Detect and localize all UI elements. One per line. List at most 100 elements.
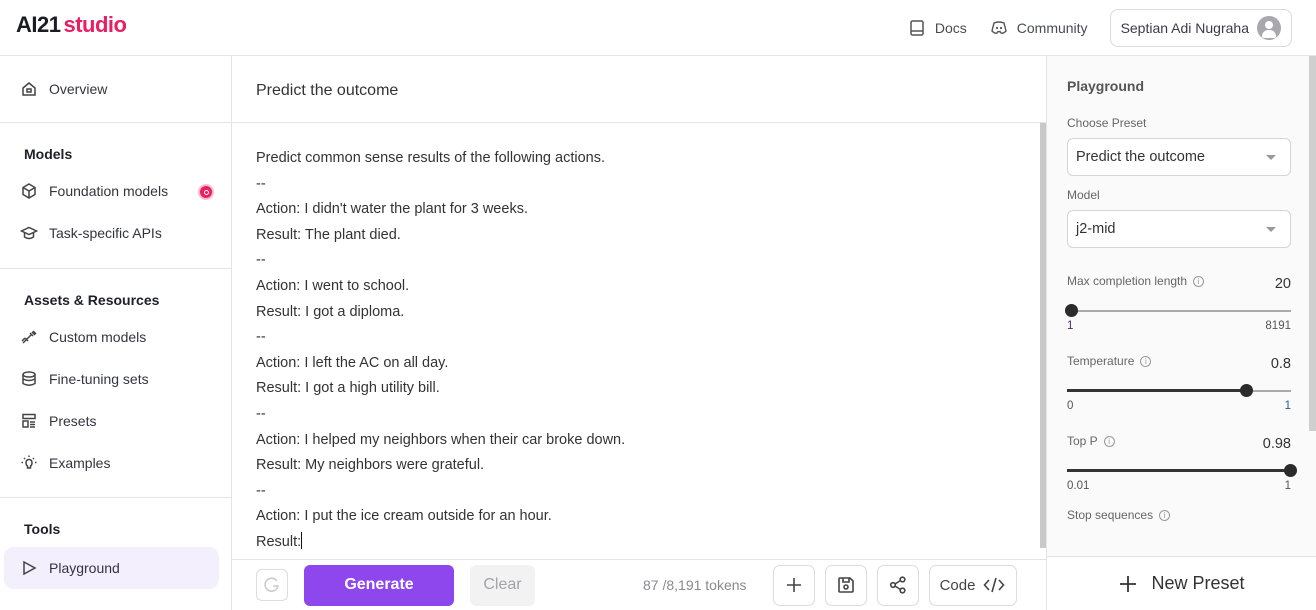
slider-thumb[interactable] <box>1240 384 1254 397</box>
sidebar-item-foundation-models[interactable]: Foundation models <box>0 170 231 212</box>
main-area: Predict the outcome Predict common sense… <box>232 56 1046 610</box>
top-p-value: 0.98 <box>1262 436 1291 452</box>
code-button[interactable]: Code <box>928 564 1017 606</box>
prompt-line: Predict common sense results of the foll… <box>256 150 605 166</box>
prompt-line: -- <box>256 405 266 422</box>
slider-fill <box>1067 389 1247 392</box>
sidebar-item-task-specific-apis[interactable]: Task-specific APIs <box>0 212 231 254</box>
sidebar-item-presets[interactable]: Presets <box>0 400 231 442</box>
slider-min: 0 <box>1067 400 1074 412</box>
book-icon <box>910 20 924 36</box>
sidebar-item-overview[interactable]: Overview <box>0 68 231 110</box>
prompt-line: Action: I didn't water the plant for 3 w… <box>256 201 528 218</box>
user-menu-button[interactable]: Septian Adi Nugraha <box>1109 9 1292 47</box>
prompt-line: -- <box>256 175 266 192</box>
prompt-line: Result: I got a high utility bill. <box>256 380 440 397</box>
sidebar-item-examples[interactable]: Examples <box>0 442 231 484</box>
preset-title: Predict the outcome <box>232 56 1046 123</box>
section-title-tools: Tools <box>24 521 61 537</box>
slider-max: 8191 <box>1265 320 1291 332</box>
graduation-cap-icon <box>20 226 38 240</box>
share-icon <box>889 576 906 594</box>
plus-icon <box>1120 575 1137 592</box>
code-icon <box>983 577 1006 593</box>
slider-min: 1 <box>1067 320 1074 332</box>
refresh-icon <box>264 577 279 592</box>
new-badge-icon <box>198 184 214 200</box>
info-icon[interactable]: i <box>1193 275 1205 287</box>
save-icon <box>837 577 854 593</box>
stop-sequences-label: Stop sequences i <box>1067 508 1171 522</box>
slider-rail <box>1067 310 1291 312</box>
save-button[interactable] <box>824 564 867 606</box>
slider-thumb[interactable] <box>1283 464 1297 477</box>
sidebar-item-fine-tuning-sets[interactable]: Fine-tuning sets <box>0 358 231 400</box>
template-icon <box>22 413 36 428</box>
prompt-line: Result: <box>256 531 303 550</box>
sidebar-item-playground[interactable]: Playground <box>4 547 219 589</box>
max-completion-length-value: 20 <box>1274 276 1291 292</box>
prompt-editor[interactable]: Predict common sense results of the foll… <box>232 123 1040 559</box>
home-icon <box>22 82 36 96</box>
top-p-slider[interactable] <box>1067 464 1297 478</box>
generate-button[interactable]: Generate <box>304 564 454 606</box>
dumbbell-icon <box>21 330 37 344</box>
logo[interactable]: AI21 studio <box>16 12 127 38</box>
model-label: Model <box>1067 188 1100 202</box>
prompt-line: -- <box>256 482 266 499</box>
bottom-toolbar: Generate Clear 87 /8,191 tokens Code <box>232 559 1046 610</box>
model-select[interactable]: j2-mid <box>1067 210 1291 248</box>
info-icon[interactable]: i <box>1140 355 1152 367</box>
prompt-line: Action: I helped my neighbors when their… <box>256 431 626 448</box>
settings-panel: Playground Choose Preset Predict the out… <box>1046 56 1316 610</box>
chevron-down-icon <box>1266 155 1276 160</box>
avatar-icon <box>1257 16 1281 40</box>
slider-fill <box>1067 469 1290 472</box>
docs-link[interactable]: Docs <box>907 18 967 38</box>
sidebar-item-custom-models[interactable]: Custom models <box>0 316 231 358</box>
panel-title: Playground <box>1067 78 1145 94</box>
regenerate-button[interactable] <box>256 569 288 601</box>
max-completion-length-slider[interactable] <box>1065 304 1291 318</box>
temperature-slider[interactable] <box>1067 384 1291 398</box>
prompt-line: Action: I left the AC on all day. <box>256 354 449 371</box>
prompt-line: Result: I got a diploma. <box>256 303 405 320</box>
lightbulb-icon <box>21 455 37 469</box>
chevron-down-icon <box>1266 227 1276 232</box>
max-completion-length-slider-group: Max completion length i 20 1 8191 <box>1065 274 1309 332</box>
section-title-models: Models <box>24 146 73 162</box>
temperature-label: Temperature i <box>1067 354 1152 368</box>
section-title-assets: Assets & Resources <box>24 292 160 308</box>
share-button[interactable] <box>876 564 919 606</box>
add-button[interactable] <box>772 564 815 606</box>
preset-label: Choose Preset <box>1067 116 1147 130</box>
prompt-line: Action: I went to school. <box>256 277 410 294</box>
plus-icon <box>786 578 801 592</box>
text-caret <box>301 531 303 549</box>
token-counter: 87 /8,191 tokens <box>643 577 747 593</box>
community-link[interactable]: Community <box>989 18 1088 38</box>
top-bar: AI21 studio Docs Community Septian Adi Nu… <box>0 0 1316 56</box>
discord-icon <box>990 21 1007 34</box>
slider-thumb[interactable] <box>1065 304 1079 317</box>
play-icon <box>23 560 37 576</box>
info-icon[interactable]: i <box>1103 435 1115 447</box>
slider-max: 1 <box>1284 400 1291 412</box>
prompt-line: Result: My neighbors were grateful. <box>256 457 485 474</box>
max-completion-length-label: Max completion length i <box>1067 274 1205 288</box>
prompt-line: -- <box>256 329 266 346</box>
prompt-line: Result: The plant died. <box>256 226 401 243</box>
info-icon[interactable]: i <box>1159 509 1171 521</box>
clear-button[interactable]: Clear <box>470 564 535 606</box>
top-p-slider-group: Top Pi 0.98 0.01 1 <box>1067 434 1309 492</box>
preset-select[interactable]: Predict the outcome <box>1067 138 1291 176</box>
database-icon <box>22 371 36 386</box>
temperature-value: 0.8 <box>1270 356 1291 372</box>
slider-max: 1 <box>1284 480 1291 492</box>
sidebar: Overview Models Foundation models Task-s… <box>0 56 232 610</box>
panel-scrollbar[interactable] <box>1309 56 1316 431</box>
slider-min: 0.01 <box>1067 480 1090 492</box>
temperature-slider-group: Temperature i 0.8 0 1 <box>1067 354 1309 412</box>
new-preset-button[interactable]: New Preset <box>1047 556 1316 610</box>
cube-icon <box>22 183 36 199</box>
